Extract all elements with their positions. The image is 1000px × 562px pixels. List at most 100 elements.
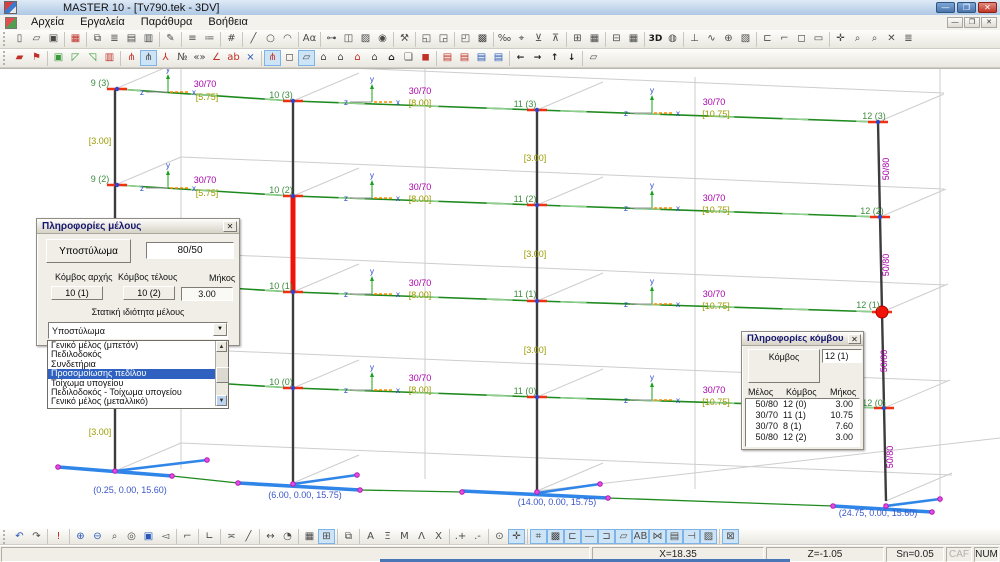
cad-export-button[interactable]: ▦ (67, 31, 84, 47)
book-button[interactable]: ▥ (101, 50, 118, 66)
snap-right-button[interactable]: ⊐ (598, 529, 615, 544)
menu-tools[interactable]: Εργαλεία (72, 15, 133, 30)
delete-button[interactable]: ✕ (883, 31, 900, 47)
draw-line-button[interactable]: ╱ (245, 31, 262, 47)
print-grid-button[interactable]: ⊟ (608, 31, 625, 47)
node-marker[interactable] (878, 215, 882, 219)
cube-solid-button[interactable]: ◼ (417, 50, 434, 66)
zoom-region-button[interactable]: ◰ (457, 31, 474, 47)
table-panel-button[interactable]: ⊞ (318, 529, 335, 544)
pan-hand-button[interactable]: ✛ (832, 31, 849, 47)
find-member-button[interactable]: ⌖ (513, 31, 530, 47)
end-node-button[interactable]: 10 (2) (123, 286, 175, 300)
stamp-button[interactable]: ◉ (374, 31, 391, 47)
table-grid-button[interactable]: ▦ (625, 31, 642, 47)
member-type-option[interactable]: Γενικό μέλος (μεταλλικό) (48, 397, 215, 406)
redo-button[interactable]: ↷ (28, 529, 45, 544)
node-marker[interactable] (535, 108, 539, 112)
node-marker[interactable] (535, 203, 539, 207)
footing-node-marker[interactable] (938, 497, 943, 502)
align-top-button[interactable]: ⊻ (530, 31, 547, 47)
cube-outline-button[interactable]: ◻ (281, 50, 298, 66)
node-load-button[interactable]: ⊕ (720, 31, 737, 47)
dim-numbers-button[interactable]: № (174, 50, 191, 66)
maximize-button[interactable]: ❐ (957, 2, 976, 13)
snap-ab-button[interactable]: AB (632, 529, 649, 544)
list-add-button[interactable]: ⊞ (569, 31, 586, 47)
select-prev-button[interactable]: ◹ (84, 50, 101, 66)
member-type-option[interactable]: Συνδετήρια (48, 360, 215, 369)
plan-view-button[interactable]: ⌐ (179, 529, 196, 544)
clip-button[interactable]: ◻ (793, 31, 810, 47)
open-view-button[interactable]: ▱ (585, 50, 602, 66)
sketch-pencil-button[interactable]: ✎ (162, 31, 179, 47)
member-section-field[interactable]: 80/50 (146, 242, 234, 259)
image-button[interactable]: ▧ (737, 31, 754, 47)
letter-a-button[interactable]: A (362, 529, 379, 544)
mdi-close-button[interactable]: ✕ (981, 17, 997, 28)
copy-view-button[interactable]: ⧉ (340, 529, 357, 544)
node-marker[interactable] (115, 183, 119, 187)
print-export-button[interactable]: ▥ (140, 31, 157, 47)
label-ab-button[interactable]: ab (225, 50, 242, 66)
point-plus-button[interactable]: .+ (452, 529, 469, 544)
snap-end-button[interactable]: ⊣ (683, 529, 700, 544)
scroll-up-icon[interactable]: ▲ (216, 341, 227, 352)
connected-member-row[interactable]: 50/8012 (0)3.00 (746, 399, 857, 410)
calculator-button[interactable]: ▦ (586, 31, 603, 47)
footing-node-marker[interactable] (170, 474, 175, 479)
select-area-button[interactable]: ▣ (50, 50, 67, 66)
comment-button[interactable]: ❏ (400, 50, 417, 66)
calc-panel-button[interactable]: ▦ (301, 529, 318, 544)
letter-lambda-button[interactable]: Λ (413, 529, 430, 544)
snap-rows-button[interactable]: ▤ (666, 529, 683, 544)
beam-table-3-button[interactable]: ▤ (473, 50, 490, 66)
footing-node-marker[interactable] (930, 510, 935, 515)
local-axes-button[interactable]: ⋔ (264, 50, 281, 66)
align-bottom-button[interactable]: ⊼ (547, 31, 564, 47)
beam-table-4-button[interactable]: ▤ (490, 50, 507, 66)
footing-node-marker[interactable] (113, 469, 118, 474)
close-button[interactable]: ✕ (978, 2, 997, 13)
dropdown-scrollbar[interactable]: ▲ ▼ (215, 341, 228, 406)
axes-triad-button[interactable]: ⋔ (123, 50, 140, 66)
node-marker[interactable] (291, 386, 295, 390)
angle-button[interactable]: ∟ (201, 529, 218, 544)
storey-solid-button[interactable]: ⌂ (383, 50, 400, 66)
node-marker[interactable] (291, 99, 295, 103)
storey-1-button[interactable]: ⌂ (315, 50, 332, 66)
member-type-option[interactable]: Προσομοίωσης πεδίλου (48, 369, 215, 378)
draw-circle-button[interactable]: ○ (262, 31, 279, 47)
move-down-button[interactable]: ↓ (563, 50, 580, 66)
insert-list-button[interactable]: ≡ (184, 31, 201, 47)
zoom-in-button[interactable]: ⊕ (72, 529, 89, 544)
zoom-previous-button[interactable]: ◅ (157, 529, 174, 544)
support-button[interactable]: ⊥ (686, 31, 703, 47)
protractor-button[interactable]: ◔ (279, 529, 296, 544)
footing-node-marker[interactable] (236, 481, 241, 486)
dimension-button[interactable]: ↔ (262, 529, 279, 544)
node-marker[interactable] (535, 299, 539, 303)
storey-3-button[interactable]: ⌂ (349, 50, 366, 66)
open-file-button[interactable]: ▱ (28, 31, 45, 47)
snap-hatch-button[interactable]: ▨ (700, 529, 717, 544)
polygon-select-button[interactable]: ▰ (11, 50, 28, 66)
menu-windows[interactable]: Παράθυρα (133, 15, 201, 30)
point-minus-button[interactable]: .- (469, 529, 486, 544)
new-file-button[interactable]: ▯ (11, 31, 28, 47)
undo-button[interactable]: ↶ (11, 529, 28, 544)
window-properties-button[interactable]: ◱ (418, 31, 435, 47)
zoom-document-button[interactable]: ▩ (474, 31, 491, 47)
view-render-button[interactable]: ◍ (664, 31, 681, 47)
close-grid-button[interactable]: ⊠ (722, 529, 739, 544)
footing-node-marker[interactable] (205, 458, 210, 463)
node-marker[interactable] (291, 290, 295, 294)
axes-xyz-button[interactable]: ⨯ (242, 50, 259, 66)
beam-table-2-button[interactable]: ▤ (456, 50, 473, 66)
move-left-button[interactable]: ← (512, 50, 529, 66)
member-dialog-close-icon[interactable]: ✕ (223, 221, 237, 232)
grid-button[interactable]: # (223, 31, 240, 47)
search-forward-button[interactable]: ⌕ (849, 31, 866, 47)
edit-list-button[interactable]: ≔ (201, 31, 218, 47)
node-value-field[interactable]: 12 (1) (822, 349, 862, 363)
